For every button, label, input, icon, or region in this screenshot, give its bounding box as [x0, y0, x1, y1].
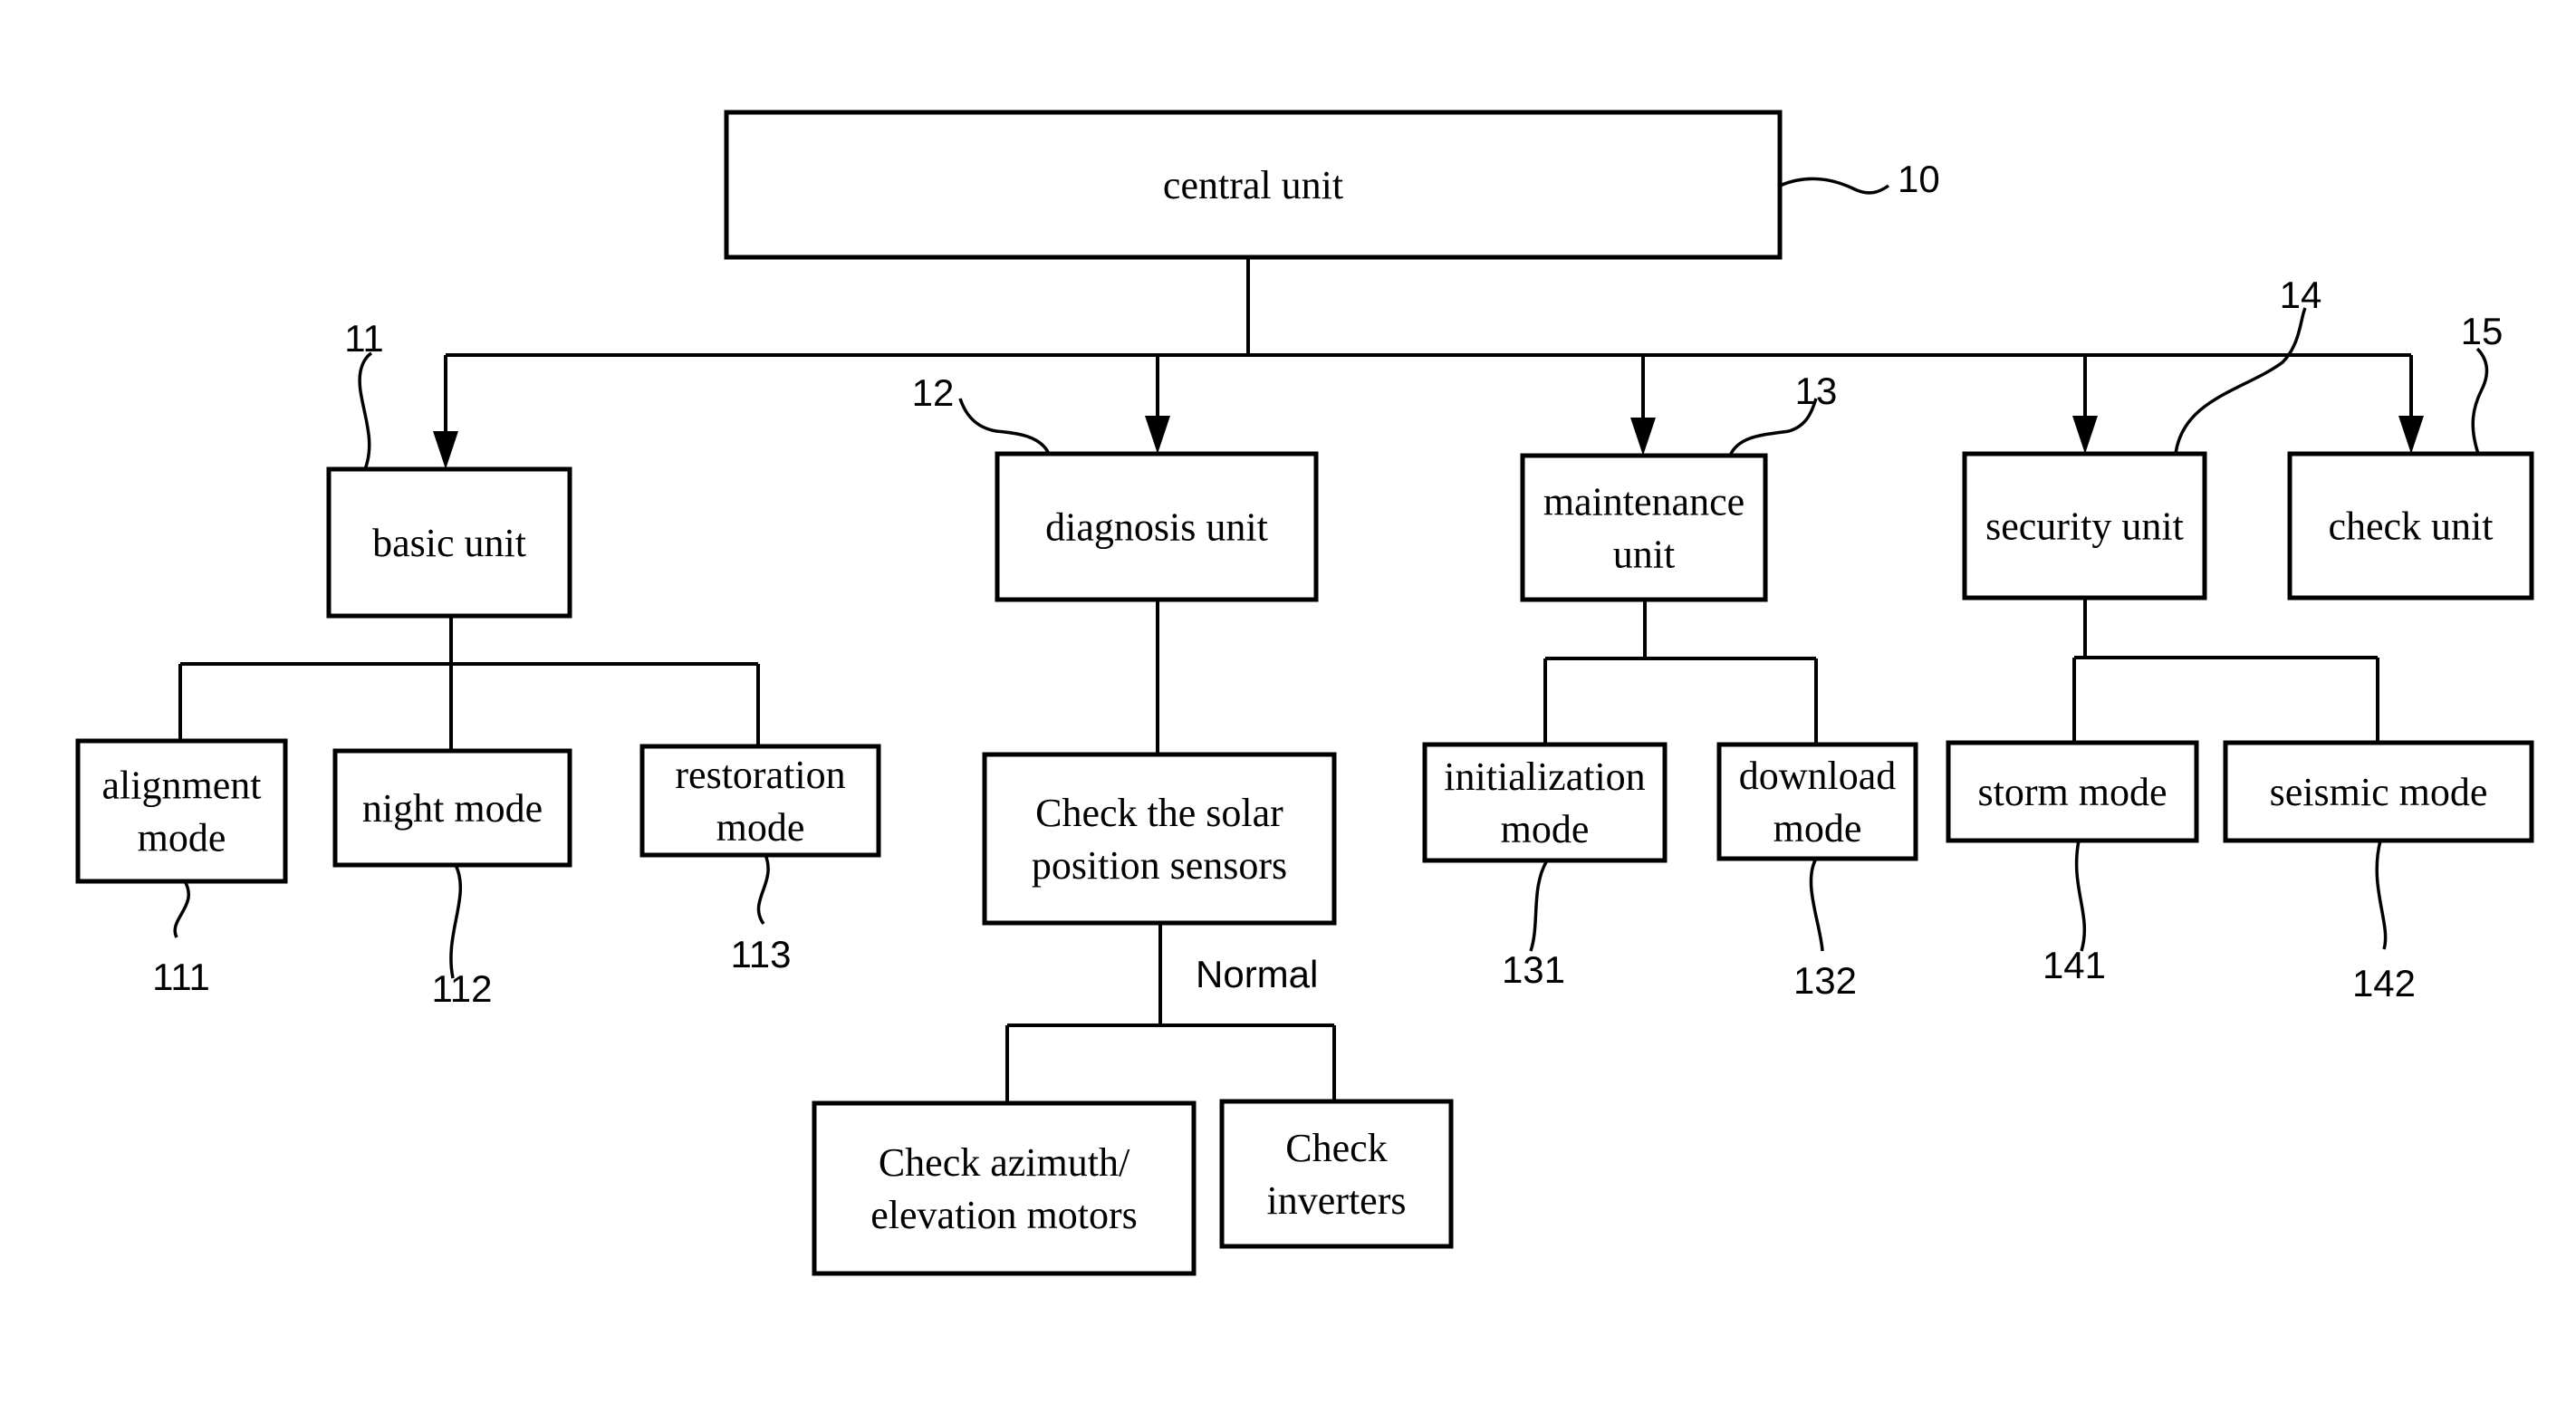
motors-label-line: Check azimuth/ [879, 1140, 1130, 1185]
download-reference-numeral: 132 [1793, 959, 1857, 1002]
motors-box [812, 1100, 1197, 1276]
seismic-label-line: seismic mode [2270, 770, 2488, 814]
alignment-label-line: mode [138, 816, 226, 860]
alignment-box [75, 738, 288, 884]
basic-reference-numeral: 11 [344, 317, 384, 360]
night-label-line: night mode [362, 786, 543, 831]
solar-label-line: Check the solar [1035, 791, 1283, 835]
initialization-label-line: mode [1501, 807, 1590, 851]
inverters-label-line: Check [1285, 1126, 1387, 1170]
node-diagnosis: diagnosis unit [995, 451, 1319, 602]
inverters-box [1219, 1099, 1454, 1249]
check-leader-line [2471, 347, 2489, 455]
basic-leader-line [358, 351, 372, 470]
alignment-leader-line [173, 880, 190, 938]
node-basic: basic unit [326, 466, 572, 619]
motors-label-line: elevation motors [870, 1193, 1138, 1237]
alignment-reference-numeral: 111 [152, 956, 210, 998]
download-leader-line [1809, 858, 1824, 952]
download-label-line: download [1739, 754, 1897, 798]
arrow-to-check [2398, 416, 2424, 454]
diagnosis-reference-numeral: 12 [912, 371, 955, 414]
seismic-reference-numeral: 142 [2352, 962, 2416, 1004]
initialization-reference-numeral: 131 [1502, 948, 1565, 991]
maintenance-label-line: unit [1613, 533, 1675, 577]
maintenance-reference-numeral: 13 [1795, 370, 1838, 412]
night-leader-line [449, 864, 463, 979]
node-alignment: alignment mode [75, 738, 288, 884]
alignment-label-line: alignment [102, 764, 262, 808]
security-leader-line [2174, 307, 2307, 455]
basic-label-line: basic unit [372, 521, 526, 565]
maintenance-label-line: maintenance [1543, 480, 1745, 524]
diagnosis-label-line: diagnosis unit [1045, 505, 1268, 550]
node-motors: Check azimuth/elevation motors [812, 1100, 1197, 1276]
inverters-label-line: inverters [1267, 1178, 1407, 1223]
node-maintenance: maintenance unit [1520, 453, 1768, 602]
central-reference-numeral: 10 [1898, 158, 1940, 200]
node-solar: Check the solar position sensors [982, 752, 1337, 926]
node-inverters: Check inverters [1219, 1099, 1454, 1249]
check-label-line: check unit [2328, 505, 2493, 549]
condition-label-normal: Normal [1196, 953, 1318, 995]
arrow-to-maintenance [1630, 418, 1656, 456]
node-download: download mode [1716, 742, 1918, 861]
node-restoration: restoration mode [639, 744, 881, 858]
block-diagram: central unit basic unit diagnosis unit main… [75, 110, 2534, 1276]
node-check: check unit [2287, 451, 2534, 601]
central-label-line: central unit [1163, 163, 1343, 207]
restoration-label-line: mode [716, 805, 805, 850]
node-night: night mode [332, 748, 572, 868]
arrow-to-basic [433, 431, 458, 469]
node-storm: storm mode [1946, 740, 2199, 843]
nodes: central unit basic unit diagnosis unit main… [75, 110, 2534, 1276]
node-security: security unit [1962, 451, 2207, 601]
solar-box [982, 752, 1337, 926]
arrow-to-diagnosis [1145, 416, 1170, 454]
night-reference-numeral: 112 [432, 967, 493, 1010]
restoration-reference-numeral: 113 [731, 933, 792, 975]
seismic-leader-line [2375, 840, 2388, 950]
storm-label-line: storm mode [1978, 770, 2167, 814]
security-label-line: security unit [1985, 505, 2184, 549]
storm-leader-line [2074, 840, 2086, 952]
node-initialization: initialization mode [1422, 742, 1668, 863]
arrow-to-security [2072, 416, 2098, 454]
restoration-leader-line [756, 854, 770, 926]
storm-reference-numeral: 141 [2043, 944, 2106, 986]
security-reference-numeral: 14 [2280, 274, 2322, 316]
initialization-label-line: initialization [1444, 754, 1645, 799]
initialization-leader-line [1529, 860, 1549, 952]
restoration-label-line: restoration [675, 753, 845, 797]
download-label-line: mode [1773, 806, 1862, 850]
solar-label-line: position sensors [1032, 843, 1287, 888]
node-central: central unit [724, 110, 1783, 260]
diagnosis-leader-line [958, 398, 1051, 455]
maintenance-box [1520, 453, 1768, 602]
node-seismic: seismic mode [2223, 740, 2534, 843]
check-reference-numeral: 15 [2461, 310, 2504, 352]
central-leader-line [1779, 177, 1890, 195]
